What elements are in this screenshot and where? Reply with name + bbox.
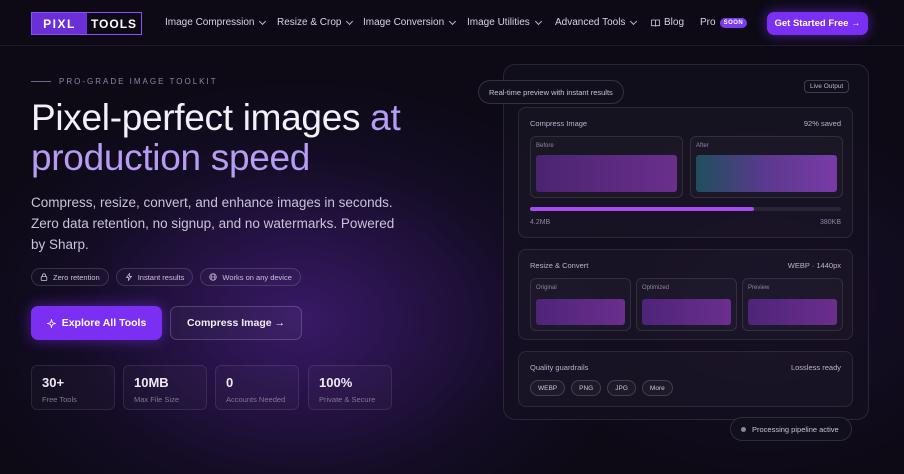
stat-label: Accounts Needed	[226, 395, 286, 404]
slot-label: Original	[536, 285, 557, 291]
optimized-image	[642, 299, 731, 325]
compressed-size: 380KB	[819, 219, 841, 226]
eyebrow-line	[31, 81, 51, 82]
stat-label: Private & Secure	[319, 395, 376, 404]
saved-percent: 92% saved	[803, 119, 841, 128]
format-jpg[interactable]: JPG	[607, 380, 636, 396]
stat-max-file-size: 10MB Max File Size	[123, 365, 207, 410]
nav-resize-crop[interactable]: Resize & Crop	[277, 17, 354, 28]
logo[interactable]: PIXL TOOLS	[31, 12, 142, 35]
before-image	[536, 155, 677, 192]
format-more[interactable]: More	[641, 380, 673, 396]
chevron-down-icon	[449, 17, 457, 25]
nav-blog[interactable]: Blog	[651, 17, 684, 28]
slot-label: After	[696, 143, 709, 149]
nav-label: Image Utilities	[467, 17, 530, 28]
output-spec: WEBP · 1440px	[787, 261, 841, 270]
stat-value: 0	[226, 375, 234, 390]
sparkle-icon	[46, 318, 56, 328]
page-title: Pixel-perfect images at production speed	[31, 98, 491, 178]
card-title: Compress Image	[530, 119, 588, 128]
progress-fill	[530, 207, 754, 211]
chip-zero-retention: Zero retention	[31, 268, 109, 286]
stat-label: Free Tools	[42, 395, 77, 404]
hero-subtitle: Compress, resize, convert, and enhance i…	[31, 195, 395, 252]
feature-chips: Zero retention Instant results Works on …	[31, 268, 301, 286]
before-preview: Before	[530, 136, 683, 198]
realtime-preview-pill: Real-time preview with instant results	[478, 80, 624, 104]
bolt-icon	[125, 273, 132, 281]
logo-part-1: PIXL	[32, 13, 87, 34]
soon-badge: SOON	[719, 17, 748, 28]
explore-all-tools-button[interactable]: Explore All Tools	[31, 306, 162, 340]
top-nav: PIXL TOOLS Image Compression Resize & Cr…	[0, 0, 904, 46]
optimized-slot: Optimized	[636, 278, 737, 331]
live-output-badge: Live Output	[804, 80, 850, 93]
eyebrow: PRO-GRADE IMAGE TOOLKIT	[31, 77, 218, 86]
button-label: Compress Image →	[186, 317, 286, 329]
chevron-down-icon	[259, 17, 267, 25]
nav-label: Resize & Crop	[277, 17, 342, 28]
nav-label: Blog	[664, 17, 685, 28]
button-label: Explore All Tools	[61, 317, 147, 329]
compress-image-button[interactable]: Compress Image →	[170, 306, 302, 340]
stat-accounts-needed: 0 Accounts Needed	[215, 365, 299, 410]
format-list: WEBP PNG JPG More	[530, 380, 673, 396]
chip-label: Zero retention	[53, 272, 100, 282]
nav-image-conversion[interactable]: Image Conversion	[363, 17, 457, 28]
stat-value: 10MB	[134, 375, 169, 390]
compression-progress-bar	[530, 207, 841, 211]
original-size: 4.2MB	[530, 219, 551, 226]
format-webp[interactable]: WEBP	[530, 380, 566, 396]
nav-label: Image Compression	[165, 17, 255, 28]
slot-label: Before	[536, 143, 554, 149]
chip-label: Instant results	[137, 272, 185, 282]
title-main: Pixel-perfect images	[31, 97, 371, 138]
chevron-down-icon	[346, 17, 354, 25]
chip-label: Works on any device	[222, 272, 292, 282]
status-text: Processing pipeline active	[752, 424, 839, 434]
get-started-button[interactable]: Get Started Free →	[767, 12, 868, 35]
nav-label: Pro	[700, 17, 716, 28]
globe-icon	[209, 273, 218, 281]
preview-image	[748, 299, 837, 325]
preview-slot: Preview	[742, 278, 843, 331]
nav-label: Image Conversion	[363, 17, 445, 28]
book-icon	[651, 19, 660, 27]
stat-value: 30+	[42, 375, 65, 390]
after-preview: After	[690, 136, 843, 198]
pipeline-status: Processing pipeline active	[730, 417, 852, 441]
title-accent-line2: production speed	[31, 137, 311, 178]
stat-private-secure: 100% Private & Secure	[308, 365, 392, 410]
logo-part-2: TOOLS	[90, 16, 138, 31]
quality-card: Quality guardrails Lossless ready WEBP P…	[518, 351, 853, 407]
eyebrow-text: PRO-GRADE IMAGE TOOLKIT	[59, 77, 218, 86]
nav-pro[interactable]: Pro SOON	[700, 17, 748, 28]
quality-status: Lossless ready	[790, 363, 841, 372]
nav-image-utilities[interactable]: Image Utilities	[467, 17, 542, 28]
chip-any-device: Works on any device	[200, 268, 301, 286]
stat-label: Max File Size	[134, 395, 180, 404]
original-slot: Original	[530, 278, 631, 331]
nav-image-compression[interactable]: Image Compression	[165, 17, 267, 28]
compress-card: Compress Image 92% saved Before After 4.…	[518, 107, 853, 238]
nav-advanced-tools[interactable]: Advanced Tools	[555, 17, 638, 28]
after-image	[696, 155, 837, 192]
resize-convert-card: Resize & Convert WEBP · 1440px Original …	[518, 249, 853, 340]
status-dot-icon	[741, 426, 746, 432]
lock-icon	[40, 273, 48, 281]
format-png[interactable]: PNG	[571, 380, 602, 396]
chevron-down-icon	[534, 17, 542, 25]
chevron-down-icon	[630, 17, 638, 25]
nav-label: Advanced Tools	[555, 17, 626, 28]
slot-label: Preview	[748, 285, 770, 291]
stat-free-tools: 30+ Free Tools	[31, 365, 115, 410]
stat-value: 100%	[319, 375, 353, 390]
card-title: Resize & Convert	[530, 261, 589, 270]
card-title: Quality guardrails	[530, 363, 589, 372]
slot-label: Optimized	[642, 285, 670, 291]
chip-instant-results: Instant results	[115, 268, 194, 286]
original-image	[536, 299, 625, 325]
title-accent: at	[370, 97, 401, 138]
